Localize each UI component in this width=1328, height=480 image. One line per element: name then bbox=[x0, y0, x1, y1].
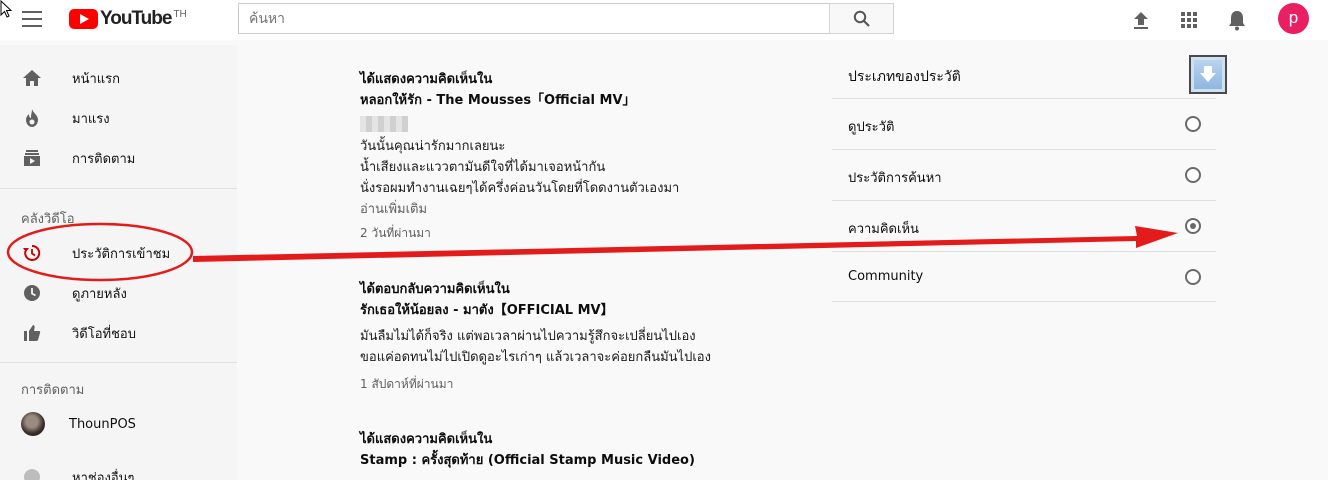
upload-icon[interactable] bbox=[1129, 8, 1153, 32]
video-title-link[interactable]: รักเธอให้น้อยลง - มาตัง【OFFICIAL MV】 bbox=[360, 300, 800, 321]
library-heading: คลังวิดีโอ bbox=[21, 212, 75, 227]
sidebar-item-watch-later[interactable]: ดูภายหลัง bbox=[0, 273, 237, 313]
comment-line: มันลืมไม่ได้ก็จริง แต่พอเวลาผ่านไปความรู… bbox=[360, 329, 696, 344]
history-type-option-selected[interactable]: ความคิดเห็น bbox=[832, 200, 1216, 251]
search-button[interactable] bbox=[829, 3, 894, 34]
home-icon bbox=[23, 70, 41, 86]
entry-action: ได้แสดงความคิดเห็นใน bbox=[360, 432, 493, 447]
option-label: Community bbox=[848, 269, 924, 284]
divider bbox=[832, 301, 1216, 302]
video-title-link[interactable]: Stamp : ครั้งสุดท้าย (Official Stamp Mus… bbox=[360, 450, 800, 471]
top-bar: YouTube TH p bbox=[0, 0, 1328, 40]
channel-name: ThounPOS bbox=[69, 416, 136, 432]
history-icon bbox=[23, 244, 41, 261]
sidebar-item-label: ประวัติการเข้าชม bbox=[72, 246, 171, 262]
history-type-option[interactable]: ดูประวัติ bbox=[832, 98, 1216, 149]
clock-icon bbox=[24, 285, 40, 301]
sidebar-item-trending[interactable]: มาแรง bbox=[0, 98, 237, 138]
thumbs-up-icon bbox=[24, 325, 41, 341]
sidebar-item-label: หาช่องอื่นๆ bbox=[72, 470, 135, 480]
entry-time: 1 สัปดาห์ที่ผ่านมา bbox=[360, 377, 454, 391]
search-input[interactable] bbox=[238, 3, 830, 34]
entry-action: ได้แสดงความคิดเห็นใน bbox=[360, 72, 493, 87]
sidebar-channel-item[interactable]: ThounPOS bbox=[0, 404, 237, 444]
blurred-username bbox=[360, 116, 408, 132]
youtube-logo[interactable]: YouTube TH bbox=[69, 8, 187, 30]
logo-region: TH bbox=[173, 8, 187, 20]
menu-icon[interactable] bbox=[22, 11, 42, 27]
option-label: ดูประวัติ bbox=[848, 120, 895, 135]
sidebar-item-label: การติดตาม bbox=[72, 151, 136, 167]
apps-icon[interactable] bbox=[1177, 8, 1201, 32]
history-type-option[interactable]: Community bbox=[832, 251, 1216, 302]
sidebar-item-label: ดูภายหลัง bbox=[72, 286, 127, 302]
comment-line: นั่งรอผมทำงานเฉยๆได้ครึ่งค่อนวันโดยที่โด… bbox=[360, 181, 680, 196]
divider bbox=[0, 362, 237, 363]
sidebar-item-history[interactable]: ประวัติการเข้าชม bbox=[0, 233, 237, 273]
history-entry: ได้แสดงความคิดเห็นใน หลอกให้รัก - The Mo… bbox=[360, 69, 800, 243]
entry-time: 2 วันที่ผ่านมา bbox=[360, 226, 431, 240]
comment-line: น้ำเสียงและแววตามันดีใจที่ได้มาเจอหน้ากั… bbox=[360, 160, 606, 175]
play-logo-icon bbox=[69, 9, 98, 29]
sidebar-item-liked-videos[interactable]: วิดีโอที่ชอบ bbox=[0, 313, 237, 353]
panel-title: ประเภทของประวัติ bbox=[848, 69, 961, 85]
sidebar-item-home[interactable]: หน้าแรก bbox=[0, 58, 237, 98]
search-icon bbox=[853, 10, 870, 27]
option-label: ความคิดเห็น bbox=[848, 222, 919, 237]
sidebar-item-label: วิดีโอที่ชอบ bbox=[72, 326, 136, 342]
comment-line: วันนั้นคุณน่ารักมากเลยนะ bbox=[360, 139, 506, 154]
down-arrow-icon bbox=[1200, 66, 1216, 82]
fire-icon bbox=[26, 109, 38, 127]
comment-line: ขอแค่อดทนไม่ไปเปิดดูอะไรเก่าๆ แล้วเวลาจะ… bbox=[360, 350, 711, 365]
subscriptions-icon bbox=[24, 150, 40, 166]
sidebar-item-browse-channels[interactable]: หาช่องอื่นๆ bbox=[0, 457, 237, 480]
radio-button[interactable] bbox=[1185, 167, 1201, 183]
sidebar-item-subscriptions[interactable]: การติดตาม bbox=[0, 138, 237, 178]
history-entry: ได้ตอบกลับความคิดเห็นใน รักเธอให้น้อยลง … bbox=[360, 279, 800, 394]
sidebar: หน้าแรก มาแรง การติดตาม คลังวิดีโอ ประวั… bbox=[0, 45, 237, 480]
sidebar-item-label: มาแรง bbox=[72, 111, 110, 127]
plus-circle-icon bbox=[24, 469, 40, 480]
read-more-link[interactable]: อ่านเพิ่มเติม bbox=[360, 199, 800, 220]
video-title-link[interactable]: หลอกให้รัก - The Mousses「Official MV」 bbox=[360, 90, 800, 111]
radio-button-selected[interactable] bbox=[1185, 218, 1201, 234]
download-button[interactable] bbox=[1189, 55, 1227, 94]
account-avatar[interactable]: p bbox=[1278, 3, 1309, 34]
bell-icon[interactable] bbox=[1225, 8, 1249, 32]
radio-button[interactable] bbox=[1185, 269, 1201, 285]
option-label: ประวัติการค้นหา bbox=[848, 171, 942, 186]
divider bbox=[0, 188, 237, 189]
history-type-option[interactable]: ประวัติการค้นหา bbox=[832, 149, 1216, 200]
subscriptions-heading: การติดตาม bbox=[21, 383, 85, 398]
entry-action: ได้ตอบกลับความคิดเห็นใน bbox=[360, 282, 510, 297]
radio-button[interactable] bbox=[1185, 116, 1201, 132]
logo-text: YouTube bbox=[100, 8, 172, 29]
history-entry: ได้แสดงความคิดเห็นใน Stamp : ครั้งสุดท้า… bbox=[360, 429, 800, 471]
sidebar-item-label: หน้าแรก bbox=[72, 71, 120, 87]
channel-avatar bbox=[21, 412, 45, 436]
